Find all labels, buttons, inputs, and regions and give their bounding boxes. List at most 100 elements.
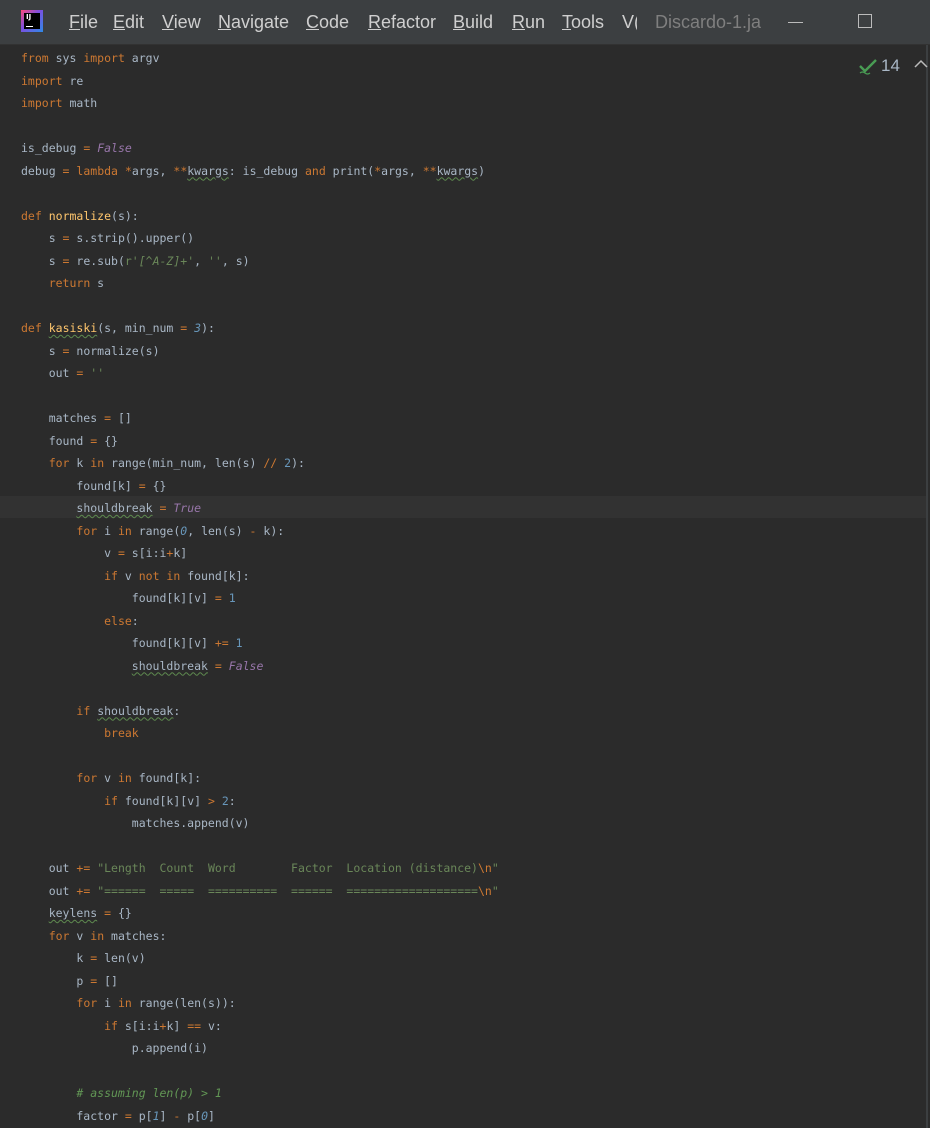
- code-line[interactable]: if v not in found[k]:: [21, 565, 249, 587]
- code-token: :: [173, 703, 181, 718]
- code-line[interactable]: for v in found[k]:: [21, 767, 201, 789]
- code-line[interactable]: return s: [21, 272, 104, 294]
- code-line[interactable]: keylens = {}: [21, 902, 132, 924]
- code-line[interactable]: import re: [21, 70, 83, 92]
- code-line[interactable]: out += "Length Count Word Factor Locatio…: [21, 857, 499, 879]
- code-token: kwargs: [436, 163, 479, 178]
- code-line[interactable]: def kasiski(s, min_num = 3):: [21, 317, 215, 339]
- maximize-icon: [858, 14, 872, 28]
- code-line[interactable]: else:: [21, 610, 139, 632]
- code-token: s: [21, 253, 63, 268]
- code-token: ,: [194, 253, 208, 268]
- chevron-up-icon[interactable]: [914, 59, 928, 69]
- code-token: kasiski: [48, 321, 98, 335]
- code-token: 1: [228, 591, 236, 605]
- code-line[interactable]: import math: [21, 92, 97, 114]
- code-line[interactable]: if found[k][v] > 2:: [21, 790, 236, 812]
- menu-label: V(: [622, 12, 637, 32]
- menu-code[interactable]: Code: [306, 11, 349, 33]
- code-line[interactable]: if s[i:i+k] == v:: [21, 1015, 222, 1037]
- menu-navigate[interactable]: Navigate: [218, 11, 289, 33]
- code-line[interactable]: s = s.strip().upper(): [21, 227, 194, 249]
- code-line[interactable]: def normalize(s):: [21, 205, 139, 227]
- code-line[interactable]: for k in range(min_num, len(s) // 2):: [21, 452, 305, 474]
- menu-view[interactable]: View: [162, 11, 201, 33]
- code-line[interactable]: out += "====== ===== ========== ====== =…: [21, 880, 499, 902]
- code-line[interactable]: found[k][v] = 1: [21, 587, 236, 609]
- menu-vcs-truncated[interactable]: V(: [622, 11, 637, 33]
- code-line[interactable]: for i in range(0, len(s) - k):: [21, 520, 284, 542]
- code-token: kwargs: [187, 163, 229, 178]
- code-token: out: [21, 883, 77, 898]
- menu-run[interactable]: Run: [512, 11, 545, 33]
- menu-edit[interactable]: Edit: [113, 11, 144, 33]
- menu-label: ools: [571, 12, 605, 32]
- minimize-button[interactable]: [781, 12, 809, 32]
- code-token: *: [124, 163, 132, 178]
- code-token: ": [491, 861, 499, 875]
- code-line[interactable]: found[k][v] += 1: [21, 632, 243, 654]
- code-token: debug: [21, 163, 63, 178]
- code-line[interactable]: shouldbreak = False: [21, 655, 264, 677]
- code-token: found[k][v]: [21, 591, 215, 605]
- code-token: def: [21, 321, 42, 335]
- code-token: matches.append(v): [21, 816, 250, 830]
- code-line[interactable]: is_debug = False: [21, 137, 132, 159]
- menu-mnemonic: C: [306, 12, 319, 32]
- code-line[interactable]: from sys import argv: [21, 47, 160, 69]
- code-line[interactable]: out = '': [21, 362, 104, 384]
- menu-file[interactable]: File: [69, 11, 98, 33]
- logo-mark: IJ: [24, 13, 40, 29]
- menu-tools[interactable]: Tools: [562, 11, 604, 33]
- intellij-logo-icon[interactable]: IJ: [21, 10, 43, 32]
- code-line[interactable]: if shouldbreak:: [21, 700, 180, 722]
- maximize-button[interactable]: [852, 10, 880, 34]
- code-line[interactable]: # assuming len(p) > 1: [21, 1082, 221, 1104]
- code-line[interactable]: shouldbreak = True: [21, 497, 201, 519]
- code-line[interactable]: debug = lambda *args, **kwargs: is_debug…: [21, 160, 485, 182]
- code-line[interactable]: s = normalize(s): [21, 340, 160, 362]
- code-line[interactable]: k = len(v): [21, 947, 145, 969]
- code-token: in: [117, 771, 132, 785]
- code-line[interactable]: for i in range(len(s)):: [21, 992, 235, 1014]
- menu-refactor[interactable]: Refactor: [368, 11, 436, 33]
- code-line[interactable]: found[k] = {}: [21, 475, 166, 497]
- code-token: {}: [97, 433, 118, 448]
- code-token: {}: [111, 906, 132, 920]
- code-token: ": [491, 883, 499, 898]
- code-line[interactable]: p.append(i): [21, 1037, 208, 1059]
- code-token: '': [208, 253, 222, 268]
- code-token: is_debug: [21, 141, 84, 155]
- code-token: in: [117, 523, 132, 538]
- menu-build[interactable]: Build: [453, 11, 493, 33]
- code-line[interactable]: for v in matches:: [21, 925, 167, 947]
- code-token: ]: [208, 1108, 215, 1123]
- code-line[interactable]: found = {}: [21, 430, 118, 452]
- code-token: matches: [21, 411, 105, 425]
- code-line[interactable]: factor = p[1] - p[0]: [21, 1105, 215, 1127]
- code-token: found[k]: [21, 478, 139, 493]
- code-editor[interactable]: 14 from sys import argv import re import m…: [0, 45, 928, 1128]
- code-line[interactable]: p = []: [21, 970, 118, 992]
- code-token: **: [173, 163, 188, 178]
- code-token: \n: [478, 883, 492, 898]
- code-token: s[i:i: [117, 1018, 160, 1033]
- code-token: =: [104, 411, 112, 425]
- code-token: {}: [145, 478, 167, 493]
- code-line[interactable]: break: [21, 722, 139, 744]
- code-token: if: [104, 1018, 118, 1033]
- menu-mnemonic: F: [69, 12, 80, 32]
- code-line[interactable]: matches = []: [21, 407, 132, 429]
- code-line[interactable]: v = s[i:i+k]: [21, 542, 187, 564]
- code-token: \n: [478, 861, 492, 875]
- code-line[interactable]: s = re.sub(r'[^A-Z]+', '', s): [21, 250, 250, 272]
- code-line[interactable]: matches.append(v): [21, 812, 250, 834]
